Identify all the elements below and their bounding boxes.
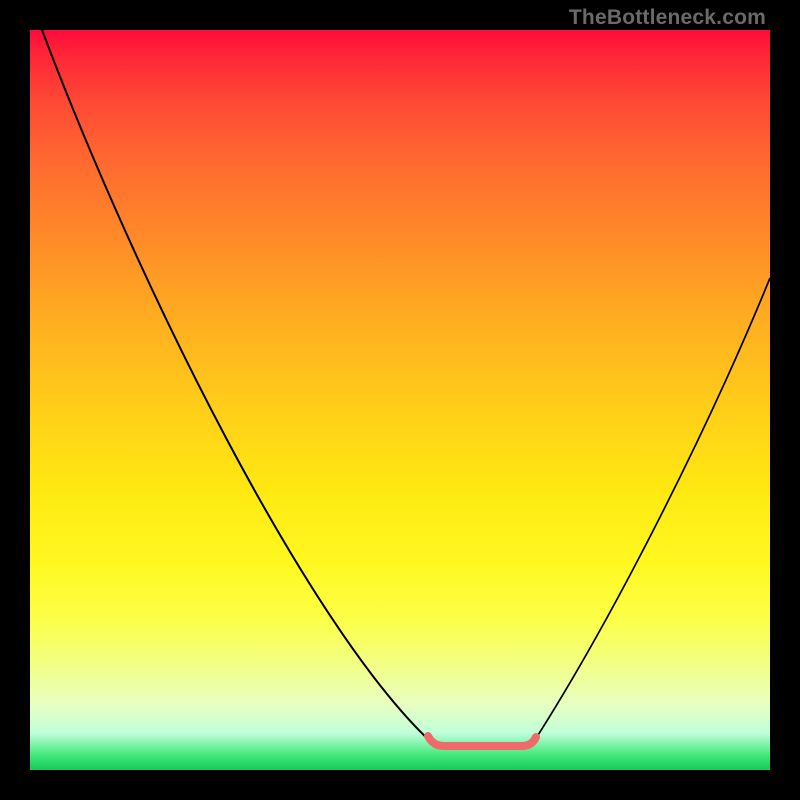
chart-canvas bbox=[30, 30, 770, 770]
curve-right bbox=[533, 278, 770, 743]
curve-bottom-accent bbox=[428, 736, 536, 746]
watermark-text: TheBottleneck.com bbox=[569, 6, 766, 30]
curve-left bbox=[42, 30, 432, 743]
chart-frame: TheBottleneck.com bbox=[0, 0, 800, 800]
